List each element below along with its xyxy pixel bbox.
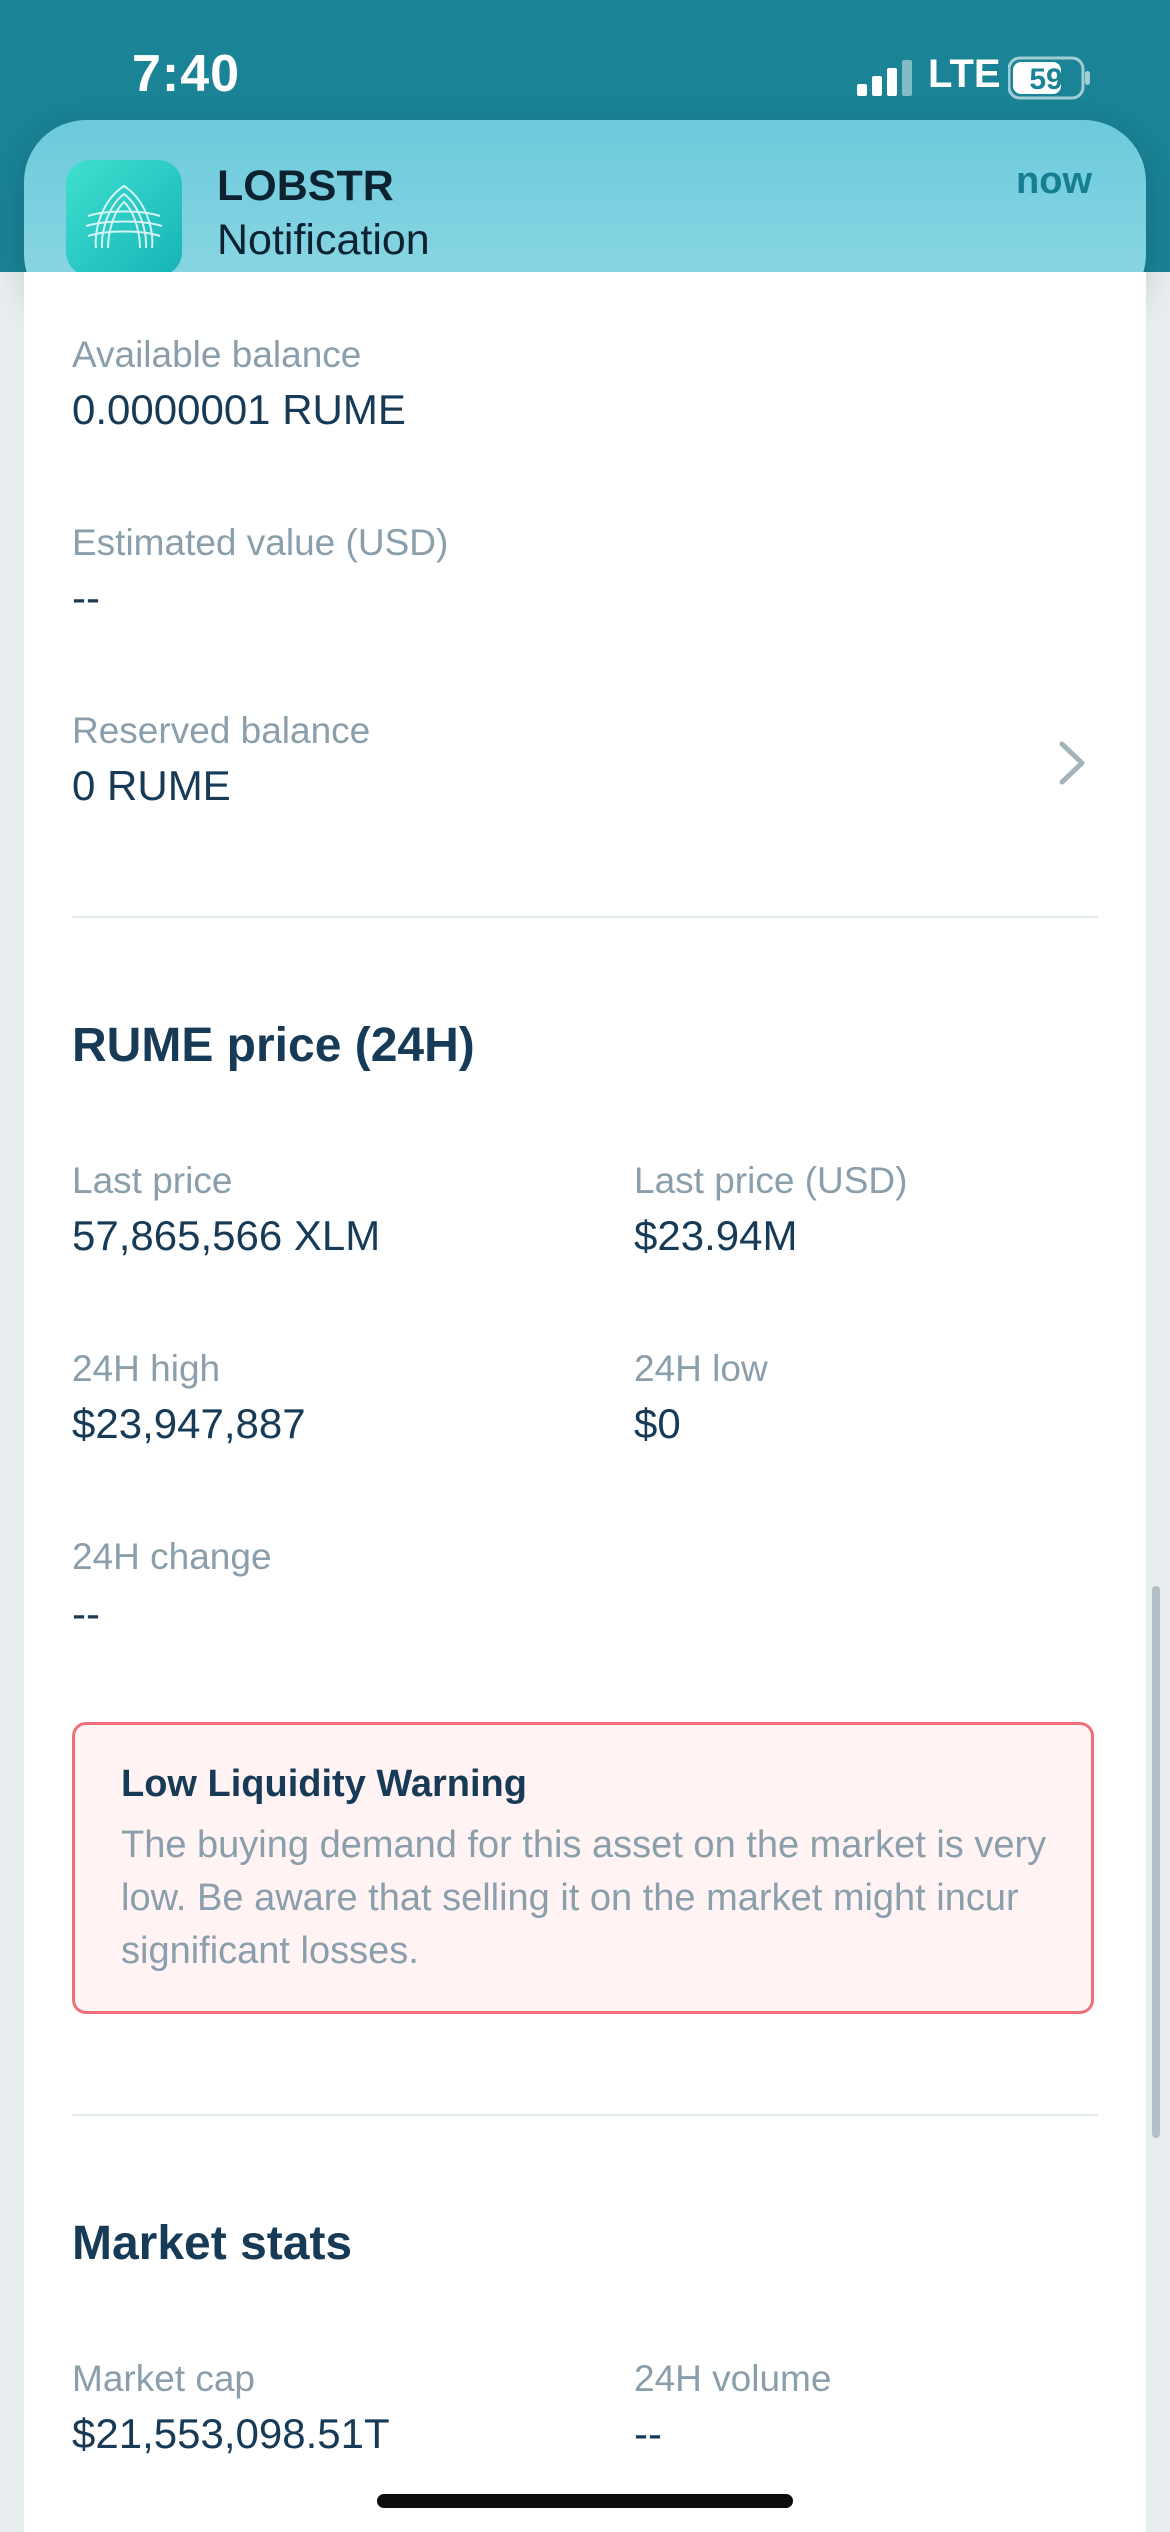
price-section-heading: RUME price (24H) xyxy=(72,1019,475,1072)
volume-24h-value: -- xyxy=(634,2410,662,2457)
scrollbar[interactable] xyxy=(1152,1586,1160,2138)
high-24h-label: 24H high xyxy=(72,1348,221,1389)
last-price-usd-label: Last price (USD) xyxy=(634,1160,908,1201)
low-liquidity-warning: Low Liquidity Warning The buying demand … xyxy=(72,1722,1094,2014)
notification-app-name: LOBSTR xyxy=(217,162,394,210)
low-24h-value: $0 xyxy=(634,1400,681,1447)
low-24h-label: 24H low xyxy=(634,1348,768,1389)
cellular-signal-icon xyxy=(857,60,912,96)
reserved-balance-value: 0 RUME xyxy=(72,762,231,809)
divider xyxy=(72,916,1098,918)
battery-level: 59 xyxy=(1029,63,1062,96)
market-cap-value: $21,553,098.51T xyxy=(72,2410,390,2457)
volume-24h-label: 24H volume xyxy=(634,2358,832,2399)
estimated-value-value: -- xyxy=(72,574,100,621)
warning-text: The buying demand for this asset on the … xyxy=(121,1824,1047,1972)
notification-message: Notification xyxy=(217,216,430,264)
network-type: LTE xyxy=(928,52,1001,96)
last-price-usd-value: $23.94M xyxy=(634,1212,798,1259)
chevron-right-icon[interactable] xyxy=(1054,738,1090,788)
market-stats-heading: Market stats xyxy=(72,2217,353,2270)
last-price-value: 57,865,566 XLM xyxy=(72,1212,381,1259)
asset-details-panel: Available balance 0.0000001 RUME Estimat… xyxy=(24,272,1146,2532)
available-balance-label: Available balance xyxy=(72,334,362,375)
notification-time: now xyxy=(1016,160,1092,202)
change-24h-label: 24H change xyxy=(72,1536,272,1577)
battery-icon: 59 xyxy=(1008,56,1090,100)
warning-title: Low Liquidity Warning xyxy=(121,1763,527,1805)
lobstr-app-icon xyxy=(66,160,182,276)
estimated-value-label: Estimated value (USD) xyxy=(72,522,449,563)
high-24h-value: $23,947,887 xyxy=(72,1400,306,1447)
market-cap-label: Market cap xyxy=(72,2358,256,2399)
divider xyxy=(72,2114,1098,2116)
status-time: 7:40 xyxy=(132,45,241,103)
home-indicator[interactable] xyxy=(377,2494,793,2508)
last-price-label: Last price xyxy=(72,1160,233,1201)
available-balance-value: 0.0000001 RUME xyxy=(72,386,406,433)
reserved-balance-row[interactable]: Reserved balance 0 RUME xyxy=(24,692,1146,809)
reserved-balance-label: Reserved balance xyxy=(72,710,371,751)
change-24h-value: -- xyxy=(72,1590,100,1637)
